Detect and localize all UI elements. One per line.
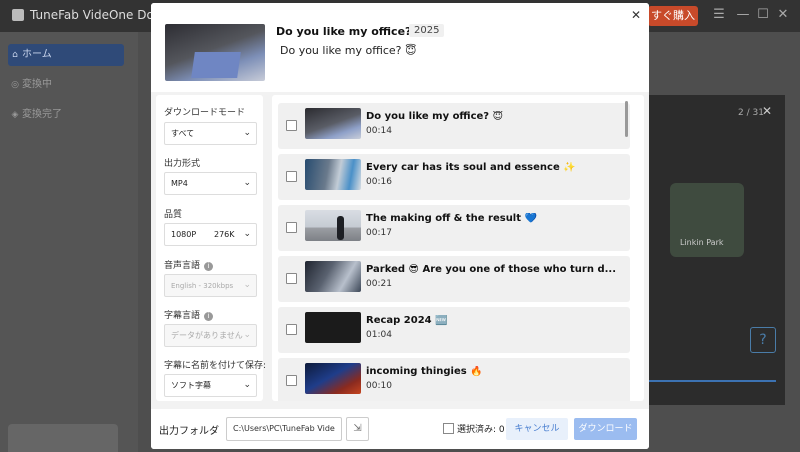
item-thumbnail [305, 159, 361, 190]
download-dialog: Do you like my office? 😇 2025 Do you lik… [151, 3, 649, 449]
list-item[interactable]: The making off & the result 💙 00:17 [278, 205, 630, 251]
menu-icon[interactable]: ☰ [712, 8, 726, 22]
item-title: incoming thingies 🔥 [366, 366, 483, 377]
subtitle-language-select[interactable]: データがありません ⌄ [164, 324, 257, 347]
sidebar-item-label: 変換中 [22, 79, 52, 90]
item-duration: 01:04 [366, 330, 392, 340]
converting-icon: ◎ [11, 80, 19, 90]
chevron-down-icon: ⌄ [243, 128, 251, 138]
item-thumbnail [305, 210, 361, 241]
item-title: Every car has its soul and essence ✨ [366, 162, 576, 173]
dialog-footer: 出力フォルダ C:\Users\PC\TuneFab Vide ⇲ 選択済み: … [151, 409, 649, 449]
item-duration: 00:16 [366, 177, 392, 187]
subtitle-save-label: 字幕に名前を付けて保存: [164, 361, 267, 371]
download-mode-value: すべて [171, 129, 195, 138]
help-icon[interactable]: ? [750, 327, 776, 353]
header-subtitle: Do you like my office? 😇 [280, 44, 417, 57]
sidebar-item-completed[interactable]: ◈ 変換完了 [8, 104, 124, 126]
format-select[interactable]: MP4 ⌄ [164, 172, 257, 195]
selected-count-label: 選択済み: 0 [457, 425, 505, 435]
quality-select[interactable]: 1080P 276K ⌄ [164, 223, 257, 246]
item-checkbox[interactable] [286, 120, 297, 131]
preview-close-icon[interactable]: ✕ [762, 104, 772, 118]
quality-label: 品質 [164, 210, 183, 220]
chevron-down-icon: ⌄ [243, 380, 251, 390]
chevron-down-icon: ⌄ [243, 330, 251, 340]
list-item[interactable]: Parked 😎 Are you one of those who turn d… [278, 256, 630, 302]
item-duration: 00:10 [366, 381, 392, 391]
cancel-button[interactable]: キャンセル [506, 418, 568, 440]
subtitle-language-label-text: 字幕言語 [164, 311, 201, 321]
dialog-body: ダウンロードモード すべて ⌄ 出力形式 MP4 ⌄ 品質 1080P 276K… [151, 92, 649, 409]
header-title: Do you like my office? 😇 [276, 25, 427, 38]
audio-language-value: English - 320kbps [171, 282, 234, 290]
buy-now-button[interactable]: すぐ購入 [648, 6, 698, 26]
subtitle-language-value: データがありません [171, 331, 243, 340]
chevron-down-icon: ⌄ [243, 178, 251, 188]
download-button[interactable]: ダウンロード [574, 418, 637, 440]
preview-thumbnail-label: Linkin Park [680, 238, 724, 247]
item-checkbox[interactable] [286, 375, 297, 386]
chevron-down-icon: ⌄ [243, 280, 251, 290]
dialog-close-icon[interactable]: ✕ [629, 8, 643, 22]
item-checkbox[interactable] [286, 222, 297, 233]
settings-panel: ダウンロードモード すべて ⌄ 出力形式 MP4 ⌄ 品質 1080P 276K… [156, 95, 267, 401]
quality-value: 1080P 276K [171, 230, 235, 239]
item-thumbnail [305, 108, 361, 139]
item-duration: 00:21 [366, 279, 392, 289]
item-title: Do you like my office? 😇 [366, 111, 504, 122]
list-item[interactable]: incoming thingies 🔥 00:10 [278, 358, 630, 401]
header-year-badge: 2025 [409, 24, 445, 37]
audio-language-select[interactable]: English - 320kbps ⌄ [164, 274, 257, 297]
video-list[interactable]: Do you like my office? 😇 00:14 Every car… [272, 95, 644, 401]
output-folder-label: 出力フォルダ [159, 426, 219, 437]
sidebar-item-home[interactable]: ⌂ ホーム [8, 44, 124, 66]
item-checkbox[interactable] [286, 171, 297, 182]
dialog-header: Do you like my office? 😇 2025 Do you lik… [151, 3, 649, 92]
preview-progress-bar [648, 380, 776, 382]
shield-check-icon: ◈ [11, 110, 19, 120]
browse-folder-icon[interactable]: ⇲ [346, 417, 369, 441]
item-thumbnail [305, 312, 361, 343]
sidebar-item-label: ホーム [22, 49, 52, 60]
item-title: The making off & the result 💙 [366, 213, 537, 224]
subtitle-save-value: ソフト字幕 [171, 381, 211, 390]
list-scrollbar[interactable] [625, 101, 628, 137]
list-item[interactable]: Recap 2024 🆕 01:04 [278, 307, 630, 353]
info-icon[interactable]: i [204, 262, 214, 271]
app-logo-icon [12, 9, 24, 21]
sidebar-item-converting[interactable]: ◎ 変換中 [8, 74, 124, 96]
header-thumbnail [165, 24, 265, 81]
list-item[interactable]: Do you like my office? 😇 00:14 [278, 103, 630, 149]
window-close-icon[interactable]: ✕ [776, 8, 790, 22]
account-panel[interactable] [8, 424, 118, 452]
output-folder-path[interactable]: C:\Users\PC\TuneFab Vide [226, 417, 342, 441]
audio-language-label-text: 音声言語 [164, 261, 201, 271]
item-title: Parked 😎 Are you one of those who turn d… [366, 264, 617, 275]
item-thumbnail [305, 261, 361, 292]
home-icon: ⌂ [12, 50, 18, 60]
audio-language-label: 音声言語 i [164, 258, 214, 271]
item-duration: 00:14 [366, 126, 392, 136]
list-item[interactable]: Every car has its soul and essence ✨ 00:… [278, 154, 630, 200]
item-checkbox[interactable] [286, 273, 297, 284]
download-mode-select[interactable]: すべて ⌄ [164, 122, 257, 145]
item-thumbnail [305, 363, 361, 394]
sidebar: ⌂ ホーム ◎ 変換中 ◈ 変換完了 [0, 32, 138, 452]
subtitle-save-select[interactable]: ソフト字幕 ⌄ [164, 374, 257, 397]
select-all-checkbox[interactable] [443, 423, 454, 434]
maximize-icon[interactable]: ☐ [756, 8, 770, 22]
chevron-down-icon: ⌄ [243, 229, 251, 239]
item-checkbox[interactable] [286, 324, 297, 335]
download-mode-label: ダウンロードモード [164, 108, 246, 118]
minimize-icon[interactable]: — [736, 8, 750, 22]
format-value: MP4 [171, 179, 188, 188]
sidebar-item-label: 変換完了 [22, 109, 62, 120]
info-icon[interactable]: i [204, 312, 214, 321]
subtitle-language-label: 字幕言語 i [164, 308, 214, 321]
format-label: 出力形式 [164, 159, 201, 169]
preview-count: 2 / 31 [738, 108, 764, 118]
item-title: Recap 2024 🆕 [366, 315, 448, 326]
item-duration: 00:17 [366, 228, 392, 238]
